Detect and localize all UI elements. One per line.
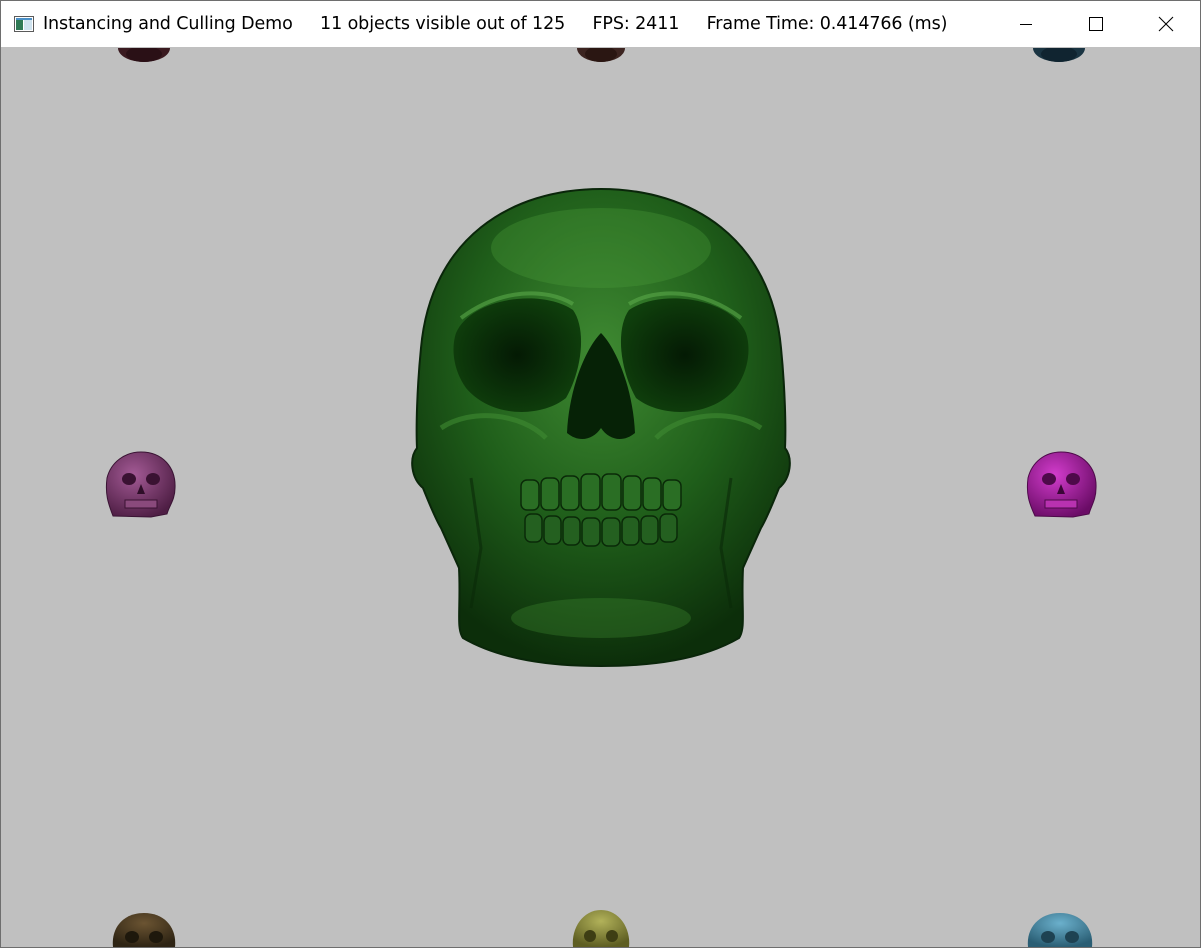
window-title: Instancing and Culling Demo 11 objects v…: [43, 14, 948, 34]
skull-center: [411, 187, 791, 668]
scene-canvas: [105, 48, 1097, 947]
close-icon: [1158, 16, 1174, 32]
skull-bottom-center: [572, 910, 630, 947]
close-button[interactable]: [1132, 1, 1200, 47]
app-window: Instancing and Culling Demo 11 objects v…: [0, 0, 1201, 948]
title-bar[interactable]: Instancing and Culling Demo 11 objects v…: [1, 1, 1200, 47]
skull-top-center: [577, 48, 625, 62]
skull-right-mid: [1026, 451, 1097, 518]
skull-top-right: [1033, 48, 1085, 62]
maximize-button[interactable]: [1062, 1, 1130, 47]
skull-left-mid: [105, 451, 176, 518]
maximize-icon: [1089, 17, 1103, 31]
skull-bottom-left: [112, 913, 176, 947]
render-viewport[interactable]: [1, 48, 1200, 947]
skull-top-left: [118, 48, 170, 62]
skull-bottom-right: [1027, 913, 1093, 947]
minimize-icon: [1020, 24, 1032, 25]
app-window-icon: [14, 16, 34, 32]
minimize-button[interactable]: [992, 1, 1060, 47]
